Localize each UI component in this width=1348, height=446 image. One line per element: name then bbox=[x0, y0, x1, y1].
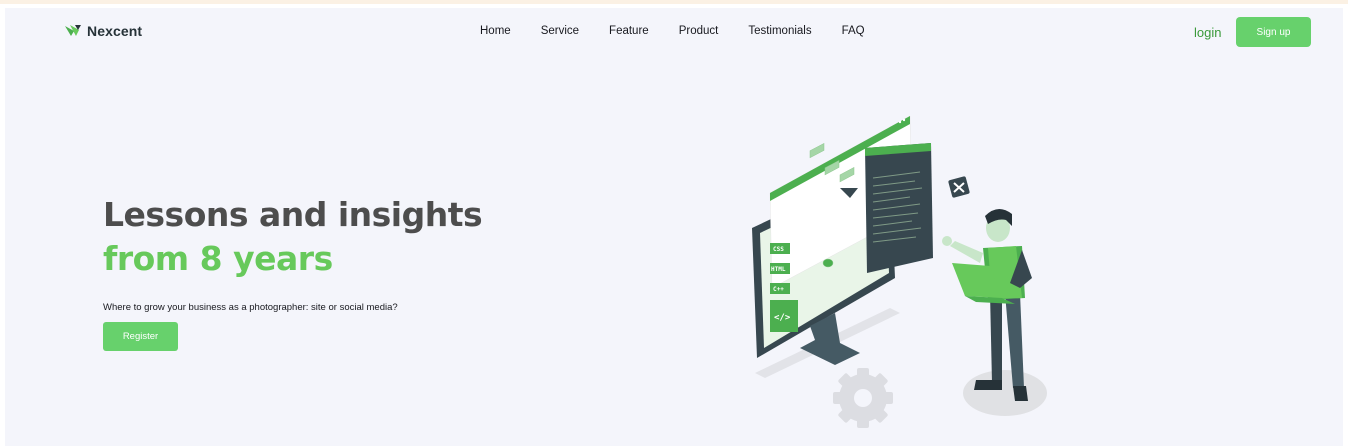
brand-name: Nexcent bbox=[87, 23, 143, 39]
hero-title: Lessons and insights from 8 years bbox=[103, 193, 483, 281]
register-button[interactable]: Register bbox=[103, 322, 178, 351]
nav-testimonials[interactable]: Testimonials bbox=[748, 25, 811, 37]
gear-icon bbox=[833, 368, 893, 428]
nav-home[interactable]: Home bbox=[480, 25, 511, 37]
landing-page: Nexcent Home Service Feature Product Tes… bbox=[5, 8, 1343, 446]
main-nav: Home Service Feature Product Testimonial… bbox=[480, 25, 895, 37]
signup-button[interactable]: Sign up bbox=[1236, 17, 1311, 47]
brand-logo[interactable]: Nexcent bbox=[65, 23, 142, 39]
nav-feature[interactable]: Feature bbox=[609, 25, 649, 37]
login-link[interactable]: login bbox=[1194, 25, 1221, 40]
top-border bbox=[0, 0, 1348, 4]
nav-service[interactable]: Service bbox=[541, 25, 579, 37]
hero-title-line1: Lessons and insights bbox=[103, 195, 483, 234]
hero-subtitle: Where to grow your business as a photogr… bbox=[103, 302, 398, 313]
hero-title-line2: from 8 years bbox=[103, 239, 333, 278]
tag-cpp: C++ bbox=[773, 286, 784, 293]
nav-faq[interactable]: FAQ bbox=[842, 25, 865, 37]
tag-html: HTML bbox=[771, 266, 786, 273]
code-icon: </> bbox=[774, 313, 791, 323]
nexcent-logo-icon bbox=[65, 25, 81, 36]
tag-css: CSS bbox=[773, 246, 784, 253]
hero-illustration: CSS HTML C++ </> bbox=[752, 115, 1047, 428]
close-icon bbox=[948, 176, 970, 198]
nav-product[interactable]: Product bbox=[679, 25, 719, 37]
